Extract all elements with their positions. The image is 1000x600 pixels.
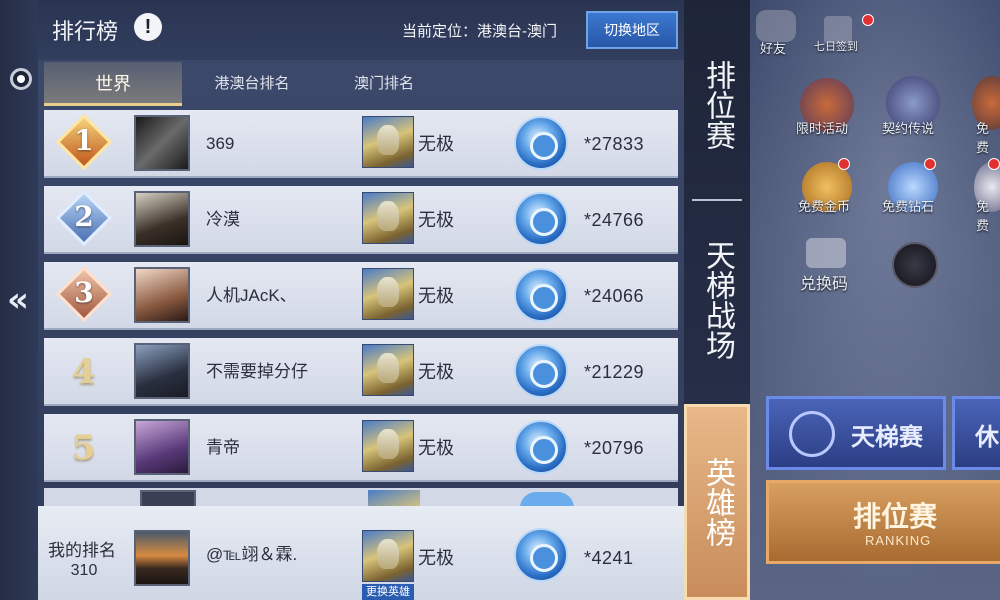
rank-number: 3 xyxy=(74,276,94,309)
blue-gem-medal-icon xyxy=(514,268,568,322)
hero-portrait[interactable] xyxy=(362,344,414,396)
hero-portrait[interactable] xyxy=(362,116,414,168)
blue-gem-medal-icon xyxy=(514,420,568,474)
hero-portrait[interactable] xyxy=(362,530,414,582)
checkin-label: 七日签到 xyxy=(814,41,858,53)
tab-region-rank[interactable]: 港澳台排名 xyxy=(192,62,312,106)
hero-portrait[interactable] xyxy=(362,420,414,472)
free-diamond-label: 免费钻石 xyxy=(882,199,935,214)
hero-name: 无极 xyxy=(418,210,454,230)
ladder-mode-button[interactable]: 天梯赛 xyxy=(766,396,946,470)
score-value: *20796 xyxy=(584,438,645,458)
free-gold-notification-dot xyxy=(838,158,850,170)
ladder-mode-label: 天梯赛 xyxy=(851,424,923,451)
hero-name: 无极 xyxy=(418,438,454,458)
table-row[interactable]: 1 369 无极 *27833 xyxy=(44,110,678,178)
checkin-notification-dot xyxy=(862,14,874,26)
hero-name: 无极 xyxy=(418,286,454,306)
table-row[interactable]: 5 青帝 无极 *20796 xyxy=(44,414,678,482)
casual-mode-button[interactable]: 休 xyxy=(952,396,1000,470)
rank-number: 4 xyxy=(72,352,96,392)
ranking-mode-label: 排位赛 xyxy=(853,501,938,532)
table-row[interactable]: 2 冷漠 无极 *24766 xyxy=(44,186,678,254)
leaderboard-panel: 排行榜 ! 当前定位：港澳台-澳门 切换地区 世界 港澳台排名 澳门排名 1 3… xyxy=(38,0,684,600)
redeem-code-icon[interactable] xyxy=(806,238,846,268)
blue-gem-medal-icon xyxy=(514,116,568,170)
avatar[interactable] xyxy=(134,419,190,475)
page-title: 排行榜 xyxy=(52,19,119,44)
leaderboard-header: 排行榜 ! 当前定位：港澳台-澳门 切换地区 xyxy=(38,0,684,60)
sound-toggle-icon[interactable] xyxy=(892,242,938,288)
avatar[interactable] xyxy=(134,530,190,586)
player-name: 369 xyxy=(206,134,235,153)
floating-assistant-icon[interactable] xyxy=(10,68,32,90)
rank-bronze-badge-icon: 3 xyxy=(55,265,113,323)
rank-number: 2 xyxy=(74,200,94,233)
score-value: *24066 xyxy=(584,286,645,306)
tab-world[interactable]: 世界 xyxy=(44,62,182,106)
player-name: 不需要掉分仔 xyxy=(206,362,308,381)
hero-name: 无极 xyxy=(418,134,454,154)
left-strip: « xyxy=(0,0,38,600)
table-row-partial xyxy=(44,488,678,508)
redeem-code-label: 兑换码 xyxy=(800,276,849,293)
player-name: 人机JAcK、 xyxy=(206,286,297,305)
my-rank-number: 310 xyxy=(70,562,98,579)
my-score-value: *4241 xyxy=(584,548,634,568)
avatar[interactable] xyxy=(134,115,190,171)
contract-label: 契约传说 xyxy=(882,121,935,136)
hero-portrait[interactable] xyxy=(362,268,414,320)
avatar[interactable] xyxy=(134,191,190,247)
blue-gem-medal-icon xyxy=(514,344,568,398)
blue-gem-medal-icon xyxy=(514,192,568,246)
switch-region-button[interactable]: 切换地区 xyxy=(586,11,678,49)
hero-portrait[interactable] xyxy=(362,192,414,244)
tab-ranked-match[interactable]: 排位赛 xyxy=(684,20,750,190)
rank-number: 5 xyxy=(72,428,96,468)
change-hero-button[interactable]: 更换英雄 xyxy=(362,584,414,600)
casual-mode-label: 休 xyxy=(975,424,999,451)
table-row[interactable]: 4 不需要掉分仔 无极 *21229 xyxy=(44,338,678,406)
ranking-mode-sublabel: RANKING xyxy=(865,533,932,548)
my-player-name: @℡翊＆霖. xyxy=(206,545,298,564)
ladder-emblem-icon xyxy=(789,411,835,457)
limited-event-label: 限时活动 xyxy=(796,121,849,136)
score-value: *27833 xyxy=(584,134,645,154)
free2-notification-dot xyxy=(988,158,1000,170)
my-rank-row: 我的排名 310 @℡翊＆霖. 更换英雄 无极 *4241 xyxy=(38,506,684,600)
double-chevron-left-icon[interactable]: « xyxy=(2,280,34,320)
my-rank-label: 我的排名 xyxy=(48,541,116,560)
free-diamond-notification-dot xyxy=(924,158,936,170)
free-gold-label: 免费金币 xyxy=(798,199,851,214)
location-label: 当前定位：港澳台-澳门 xyxy=(402,23,557,40)
player-name: 青帝 xyxy=(206,438,240,457)
friends-label: 好友 xyxy=(760,41,787,56)
score-value: *21229 xyxy=(584,362,645,382)
nav-divider xyxy=(692,199,742,201)
blue-gem-medal-icon xyxy=(514,528,568,582)
hero-name: 无极 xyxy=(418,362,454,382)
table-row[interactable]: 3 人机JAcK、 无极 *24066 xyxy=(44,262,678,330)
tab-macau-rank[interactable]: 澳门排名 xyxy=(334,62,434,106)
tab-ladder-battle[interactable]: 天梯战场 xyxy=(684,210,750,390)
player-name: 冷漠 xyxy=(206,210,240,229)
rank-number: 1 xyxy=(74,124,94,157)
score-value: *24766 xyxy=(584,210,645,230)
avatar[interactable] xyxy=(134,267,190,323)
info-icon[interactable]: ! xyxy=(134,13,162,41)
rank-gold-badge-icon: 1 xyxy=(55,113,113,171)
free-label: 免费 xyxy=(976,121,990,155)
rank-silver-badge-icon: 2 xyxy=(55,189,113,247)
hero-name: 无极 xyxy=(418,548,454,568)
tab-hero-ranking[interactable]: 英雄榜 xyxy=(684,404,750,600)
free2-label: 免费 xyxy=(976,199,990,233)
ranking-mode-button[interactable]: 排位赛 RANKING xyxy=(766,480,1000,564)
leaderboard-tabs: 世界 港澳台排名 澳门排名 xyxy=(44,62,678,106)
leaderboard-category-nav: 排位赛 天梯战场 英雄榜 xyxy=(684,0,750,600)
avatar[interactable] xyxy=(134,343,190,399)
